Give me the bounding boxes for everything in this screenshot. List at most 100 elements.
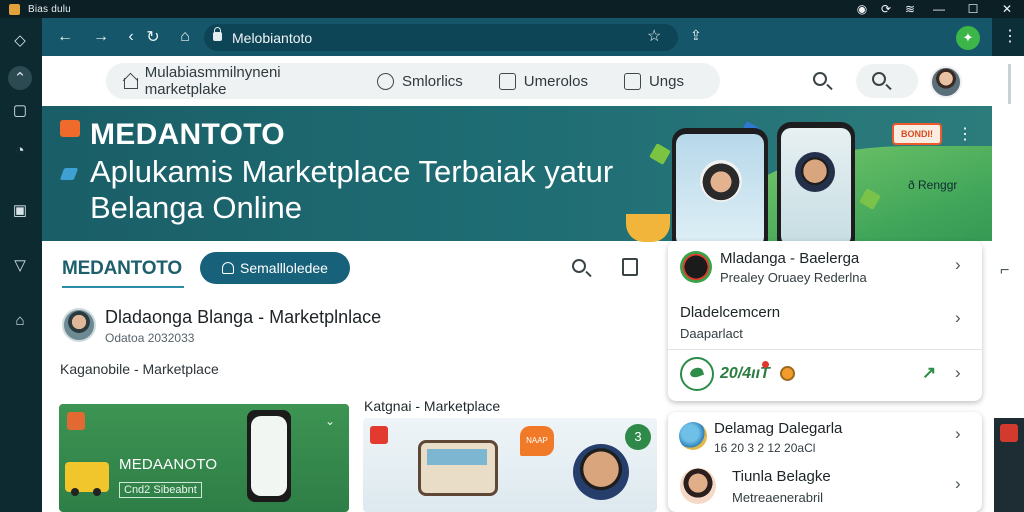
list-item[interactable]: Dladelcemcern Daaparlact › [668, 296, 982, 346]
url-text[interactable]: Melobiantoto [232, 30, 312, 46]
scrollbar[interactable]: ⌐ [992, 56, 1024, 512]
card-title: MEDAANOTO [119, 456, 218, 473]
list-item[interactable]: Tiunla Belagke Metreaenerabril › [668, 464, 982, 512]
list-item[interactable]: Delamag Dalegarla 16 20 3 2 12 20aCl › [668, 412, 982, 462]
bus-image [418, 440, 498, 496]
chevron-right-icon[interactable]: › [955, 308, 961, 328]
item-subtitle: 16 20 3 2 12 20aCl [714, 441, 816, 455]
side-rail: ◇ ⌃ ▢ ◔ ▣ ▽ ⌂ [0, 18, 42, 512]
nav-item-chat[interactable]: Smlorlics [376, 72, 463, 90]
navigation-icon[interactable]: ◇ [8, 28, 32, 52]
app-icon [9, 3, 20, 15]
close-button[interactable]: ✕ [990, 2, 1024, 16]
search-button[interactable] [813, 72, 833, 92]
chevron-right-icon[interactable]: › [955, 424, 961, 444]
divider [668, 349, 982, 350]
phone-image [247, 410, 291, 502]
promo-tag: NAAP [520, 426, 554, 456]
store-button-label: Semallloledee [240, 260, 328, 276]
history-icon[interactable]: ◔ [8, 138, 32, 162]
url-field[interactable]: Melobiantoto [204, 24, 678, 51]
item-title: Dladelcemcern [680, 304, 781, 321]
trend-icon: ↗ [922, 363, 937, 382]
square-icon [498, 72, 516, 90]
promo-badge[interactable]: BONDI! [892, 123, 942, 145]
tab-icon[interactable]: ▣ [8, 198, 32, 222]
chevron-right-icon[interactable]: › [955, 255, 961, 275]
item-title: Mladanga - Baelerga [720, 250, 860, 267]
section-label: Katgnai - Marketplace [364, 398, 501, 414]
search-icon [872, 72, 892, 92]
lock-icon [213, 27, 222, 41]
chat-icon[interactable]: ▢ [8, 98, 32, 122]
window-title: Bias dulu [28, 3, 71, 15]
avatar[interactable] [930, 66, 962, 98]
home-button[interactable]: ⌂ [174, 26, 196, 48]
chevron-right-icon[interactable]: › [955, 363, 961, 383]
globe-icon [679, 422, 707, 450]
hero-banner[interactable]: MEDANTOTO Aplukamis Marketplace Terbaiak… [42, 106, 992, 241]
wifi-icon[interactable]: ≋ [898, 2, 922, 16]
sync-icon[interactable]: ⟳ [874, 2, 898, 16]
phone-image [672, 128, 768, 241]
listing-title[interactable]: Dladaonga Blanga - Marketplnlace [105, 307, 381, 328]
breadcrumb[interactable]: Kaganobile - Marketplace [60, 361, 219, 377]
square-icon [623, 72, 641, 90]
chevron-right-icon[interactable]: › [955, 474, 961, 494]
search-icon [572, 259, 586, 273]
category-card: Delamag Dalegarla 16 20 3 2 12 20aCl › T… [668, 412, 982, 512]
user-icon[interactable]: ⌃ [8, 66, 32, 90]
back-button[interactable]: ← [54, 26, 76, 48]
forward-button[interactable]: → [90, 26, 112, 48]
cube-icon [649, 143, 671, 165]
list-item[interactable]: Mladanga - Baelerga Prealey Oruaey Reder… [668, 241, 982, 291]
document-icon[interactable] [622, 258, 638, 276]
page-search-button[interactable] [572, 259, 592, 279]
maximize-button[interactable]: ☐ [956, 2, 990, 16]
avatar [680, 468, 716, 504]
product-card[interactable]: NAAP 3 [363, 418, 657, 512]
badge-icon [370, 426, 388, 444]
product-card[interactable]: ⌄ MEDAANOTO Cnd2 Sibeabnt [59, 404, 349, 512]
address-bar: ← → ‹ ↻ ⌂ Melobiantoto ☆ ⇪ ✦ [42, 18, 992, 56]
store-button[interactable]: Semallloledee [200, 252, 350, 284]
nav-item-category[interactable]: Umerolos [498, 72, 588, 90]
nav-item-home[interactable]: Mulabiasmmilnyneni marketplake [122, 64, 337, 98]
browser-menu-area: ⋮ [992, 18, 1024, 56]
brand-badge-icon [60, 120, 80, 137]
phone-screen [676, 134, 764, 241]
system-bar: Bias dulu ◉ ⟳ ≋ — ☐ ✕ [0, 0, 1024, 18]
extension-icon[interactable]: ✦ [956, 26, 980, 50]
chevron-icon[interactable]: ⌄ [325, 414, 335, 428]
nav-label: Ungs [648, 72, 684, 90]
scroll-thumb[interactable] [1008, 64, 1011, 104]
price-value: 20/4ııT [720, 365, 770, 382]
banner-wave [732, 146, 992, 241]
side-edit-icon[interactable]: ⌐ [1000, 262, 1009, 280]
phone-screen [251, 416, 287, 496]
account-icon[interactable]: ◉ [850, 2, 874, 16]
search-pill[interactable] [856, 64, 918, 98]
menu-icon[interactable]: ⋮ [1002, 26, 1018, 46]
nav-label: Umerolos [523, 72, 588, 90]
nav-item-more[interactable]: Ungs [623, 72, 684, 90]
banner-side-text: ð Renggr [908, 178, 958, 192]
share-icon[interactable]: ⇪ [690, 27, 702, 44]
search-icon [813, 72, 827, 86]
store-logo[interactable]: MEDANTOTO [62, 258, 182, 280]
shield-icon[interactable]: ▽ [8, 253, 32, 277]
folder-icon[interactable]: ⌂ [8, 308, 32, 332]
loading-icon: ‹ [128, 28, 134, 45]
refresh-button[interactable]: ↻ [142, 26, 164, 48]
banner-menu-icon[interactable]: ⋮ [957, 124, 973, 144]
store-icon [680, 251, 712, 283]
banner-brand: MEDANTOTO [90, 118, 285, 151]
side-thumbnail[interactable] [994, 418, 1024, 512]
item-title: Tiunla Belagke [732, 468, 831, 485]
page: Mulabiasmmilnyneni marketplake Smlorlics… [42, 56, 992, 512]
bookmark-star-icon[interactable]: ☆ [647, 26, 661, 46]
status-dot [762, 361, 769, 368]
minimize-button[interactable]: — [922, 2, 956, 16]
seller-avatar[interactable] [62, 308, 96, 342]
phone-screen [781, 128, 851, 241]
